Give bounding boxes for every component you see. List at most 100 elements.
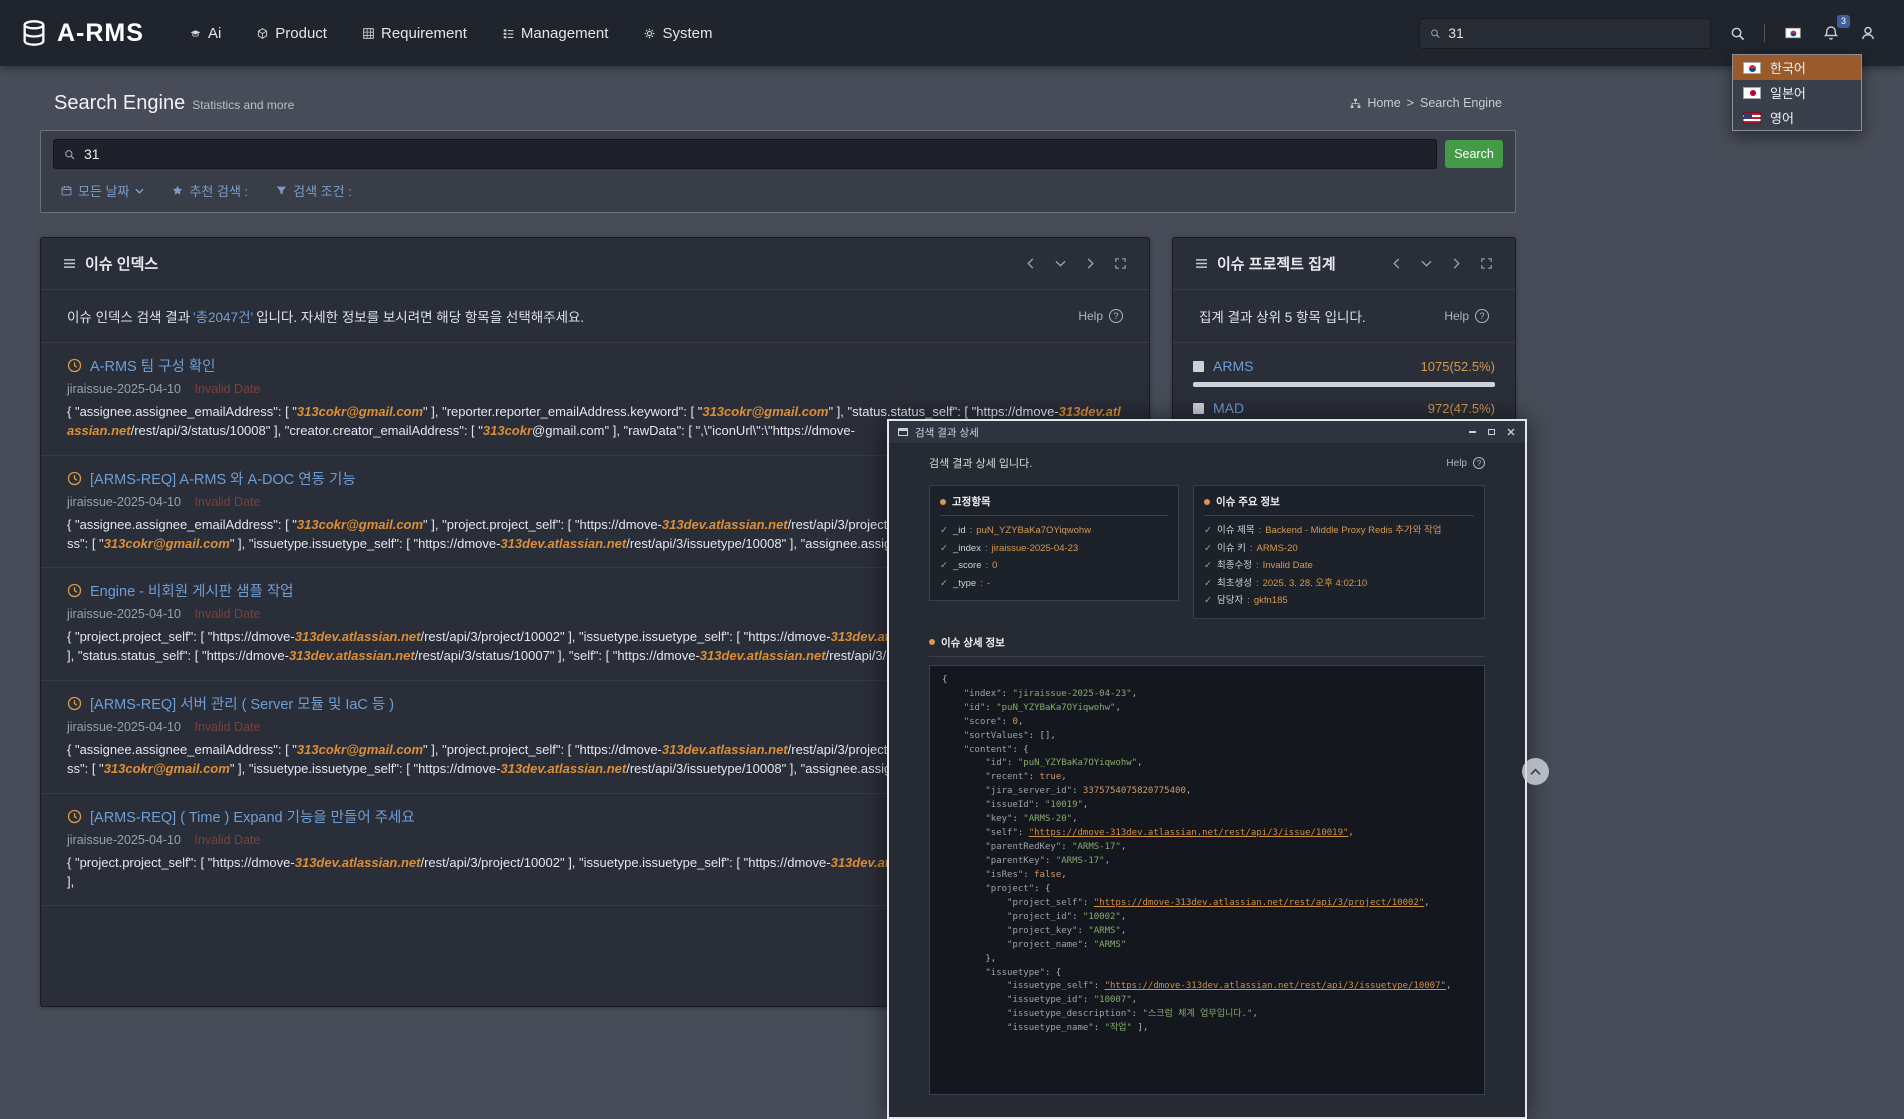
issue-json-code-block[interactable]: { "index": "jiraissue-2025-04-23", "id":…	[929, 665, 1485, 1095]
nav-item-requirement[interactable]: Requirement	[363, 25, 467, 42]
field-row: ✓_type:-	[940, 575, 1168, 593]
message-text: 집계 결과 상위 5 항목 입니다.	[1199, 306, 1366, 326]
search-button[interactable]: Search	[1445, 140, 1503, 168]
check-icon: ✓	[1204, 543, 1212, 554]
navbar-search-input[interactable]	[1448, 25, 1700, 41]
main-search-field	[53, 139, 1437, 169]
message-prefix: 이슈 인덱스 검색 결과	[67, 306, 190, 326]
panel-tools	[1024, 257, 1127, 270]
field-value: puN_YZYBaKa7OYiqwohw	[976, 525, 1091, 536]
language-option-english[interactable]: 영어	[1733, 105, 1861, 130]
nav-item-system[interactable]: System	[644, 25, 712, 42]
section-header: 고정항목	[940, 494, 1168, 516]
clock-icon	[67, 809, 82, 824]
clock-icon	[67, 583, 82, 598]
chevron-down-icon[interactable]	[1054, 257, 1067, 270]
field-row: ✓_id:puN_YZYBaKa7OYiqwohw	[940, 522, 1168, 540]
issue-index-message: 이슈 인덱스 검색 결과 '총2047건' 입니다. 자세한 정보를 보시려면 …	[41, 290, 1149, 343]
page-header: Search EngineStatistics and more Home > …	[54, 88, 1502, 118]
modal-titlebar[interactable]: 검색 결과 상세	[889, 421, 1525, 443]
help-button[interactable]: Help ?	[1078, 309, 1123, 323]
check-icon: ✓	[1204, 560, 1212, 571]
navbar-divider	[1764, 24, 1765, 42]
modal-message-text: 검색 결과 상세 입니다.	[929, 455, 1032, 471]
result-title-link[interactable]: [ARMS-REQ] ( Time ) Expand 기능을 만들어 주세요	[90, 806, 415, 827]
chevron-right-icon[interactable]	[1084, 257, 1097, 270]
result-title-link[interactable]: A-RMS 팀 구성 확인	[90, 355, 216, 376]
filter-recommended-search[interactable]: 추천 검색 :	[172, 181, 248, 200]
main-search-input[interactable]	[84, 146, 1426, 162]
project-name-link[interactable]: ARMS	[1213, 358, 1253, 374]
aggregate-title: 이슈 프로젝트 집계	[1195, 253, 1336, 274]
nav-item-ai[interactable]: Ai	[190, 25, 221, 42]
language-label: 한국어	[1770, 58, 1806, 77]
help-button[interactable]: Help ?	[1446, 457, 1485, 469]
scroll-top-button[interactable]	[1522, 758, 1549, 785]
maximize-icon[interactable]	[1487, 428, 1496, 436]
user-button[interactable]	[1858, 23, 1878, 43]
result-title-link[interactable]: [ARMS-REQ] 서버 관리 ( Server 모듈 및 IaC 등 )	[90, 693, 394, 714]
field-row: ✓이슈 제목:Backend - Middle Proxy Redis 추가와 …	[1204, 522, 1474, 540]
chevron-down-icon[interactable]	[1420, 257, 1433, 270]
field-row: ✓이슈 키:ARMS-20	[1204, 540, 1474, 558]
aggregate-row-arms: ARMS 1075(52.5%)	[1193, 347, 1495, 389]
chevron-left-icon[interactable]	[1024, 257, 1037, 270]
filter-icon	[276, 185, 287, 196]
language-option-korean[interactable]: 한국어	[1733, 55, 1861, 80]
section-title: 이슈 상세 정보	[941, 635, 1005, 650]
chevron-left-icon[interactable]	[1390, 257, 1403, 270]
project-checkbox[interactable]	[1193, 361, 1204, 372]
top-navbar: A-RMS Ai Product Requirement Management …	[0, 0, 1904, 66]
filter-label: 검색 조건 :	[293, 181, 352, 200]
breadcrumb-home-link[interactable]: Home	[1367, 96, 1400, 110]
question-circle-icon: ?	[1473, 457, 1485, 469]
help-button[interactable]: Help ?	[1444, 309, 1489, 323]
window-icon	[898, 428, 908, 436]
chevron-right-icon[interactable]	[1450, 257, 1463, 270]
field-label: _index	[953, 543, 981, 554]
expand-icon[interactable]	[1480, 257, 1493, 270]
section-title: 이슈 주요 정보	[1216, 494, 1280, 509]
project-name-link[interactable]: MAD	[1213, 400, 1244, 416]
notifications-button[interactable]: 3	[1821, 23, 1841, 43]
field-value: ARMS-20	[1256, 543, 1297, 554]
breadcrumb-current: Search Engine	[1420, 96, 1502, 110]
field-value: jiraissue-2025-04-23	[992, 543, 1079, 554]
clock-icon	[67, 471, 82, 486]
result-title-link[interactable]: [ARMS-REQ] A-RMS 와 A-DOC 연동 기능	[90, 468, 356, 489]
tasks-icon	[503, 28, 514, 39]
field-row: ✓최종수정:Invalid Date	[1204, 557, 1474, 575]
minimize-icon[interactable]	[1468, 430, 1477, 434]
search-row: Search	[53, 139, 1503, 169]
filter-search-conditions[interactable]: 검색 조건 :	[276, 181, 352, 200]
expand-icon[interactable]	[1114, 257, 1127, 270]
result-title-link[interactable]: Engine - 비회원 게시판 샘플 작업	[90, 580, 294, 601]
brand[interactable]: A-RMS	[20, 19, 144, 48]
field-label: 이슈 키	[1217, 543, 1246, 554]
field-row: ✓최초생성:2025. 3. 28. 오후 4:02:10	[1204, 575, 1474, 593]
clock-icon	[67, 358, 82, 373]
modal-summary-panels: 고정항목 ✓_id:puN_YZYBaKa7OYiqwohw ✓_index:j…	[929, 485, 1485, 619]
nav-item-label: Requirement	[381, 25, 467, 42]
language-option-japanese[interactable]: 일본어	[1733, 80, 1861, 105]
field-row: ✓_score:0	[940, 557, 1168, 575]
nav-item-management[interactable]: Management	[503, 25, 609, 42]
aggregate-row-top: ARMS 1075(52.5%)	[1193, 358, 1495, 374]
clock-icon	[67, 696, 82, 711]
graduation-cap-icon	[190, 28, 201, 39]
filter-all-dates[interactable]: 모든 날짜	[61, 181, 144, 200]
search-icon	[64, 149, 75, 160]
result-title-row: A-RMS 팀 구성 확인	[67, 355, 1123, 376]
result-date: Invalid Date	[194, 833, 260, 847]
nav-item-product[interactable]: Product	[257, 25, 327, 42]
language-menu-button[interactable]	[1782, 25, 1804, 41]
section-header: 이슈 주요 정보	[1204, 494, 1474, 516]
close-icon[interactable]	[1506, 427, 1516, 437]
search-panel: Search 모든 날짜 추천 검색 : 검색 조건 :	[40, 130, 1516, 213]
project-checkbox[interactable]	[1193, 403, 1204, 414]
panel-tools	[1390, 257, 1493, 270]
field-value: Backend - Middle Proxy Redis 추가와 작업	[1265, 525, 1441, 536]
field-row: ✓담당자:gkfn185	[1204, 592, 1474, 610]
navbar-search	[1419, 18, 1711, 49]
navbar-search-button[interactable]	[1728, 24, 1747, 43]
